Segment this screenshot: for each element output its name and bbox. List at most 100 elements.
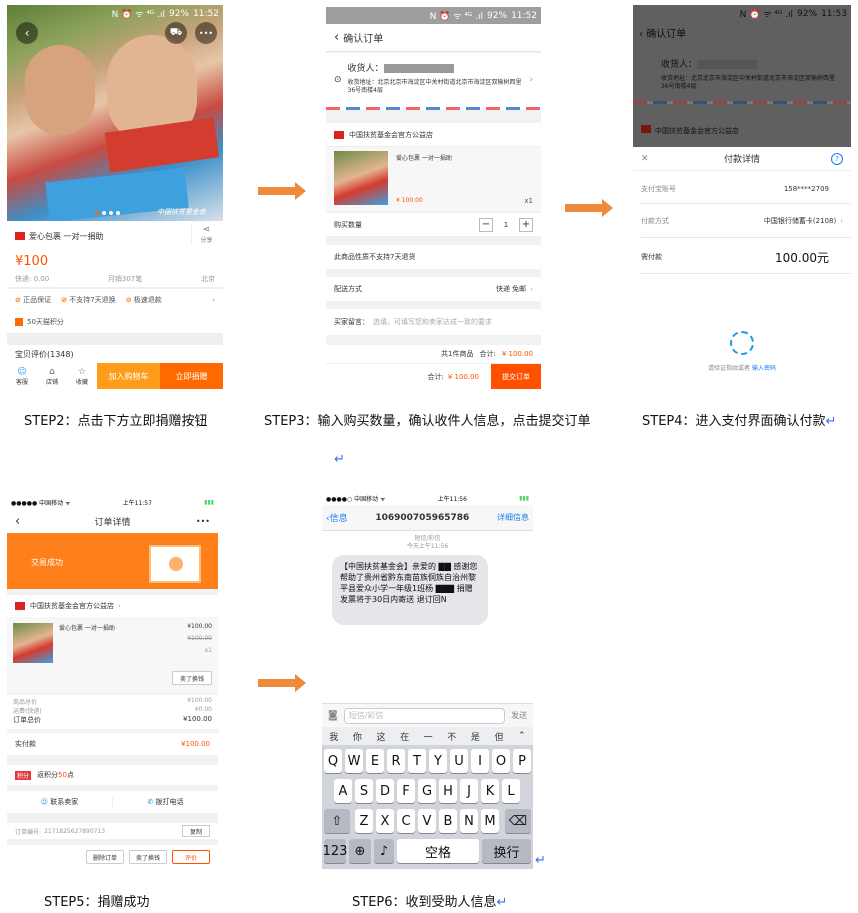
enter-password-link[interactable]: 输入密码 [752,365,776,372]
location: 北京 [200,275,215,283]
call-button[interactable]: ✆ 拨打电话 [112,797,218,807]
microphone-icon[interactable]: ♪ [374,839,394,863]
copy-button[interactable]: 复制 [182,825,210,837]
shop-row[interactable]: 中国扶贫基金会官方公益店 › [7,595,218,617]
key[interactable]: O [492,749,510,773]
more-icon[interactable]: ••• [195,22,217,44]
header: ‹ 确认订单 [326,24,541,52]
key[interactable]: V [418,809,436,833]
camera-icon[interactable]: ◙ [328,710,338,721]
key[interactable]: L [502,779,520,803]
key[interactable]: W [345,749,363,773]
candidate[interactable]: 是 [471,730,480,743]
key[interactable]: Z [355,809,373,833]
candidate[interactable]: 但 [494,730,503,743]
backspace-icon[interactable]: ⌫ [505,809,531,833]
key[interactable]: H [439,779,457,803]
message-input[interactable]: 选填，可填写您和卖家达成一致的要求 [373,317,492,327]
amount-due-value: 100.00元 [775,250,829,265]
key[interactable]: I [471,749,489,773]
item-name: 爱心包裹 一对一捐助 [59,625,115,632]
key[interactable]: R [387,749,405,773]
increase-button[interactable]: + [519,217,533,232]
store-button[interactable]: ⌂ 店铺 [37,367,67,386]
candidate[interactable]: 不 [447,730,456,743]
guarantee-item: ⊘ 正品保证 [15,296,52,304]
send-button[interactable]: 发送 [511,710,527,721]
message-input[interactable]: 短信/彩信 [343,707,505,724]
add-to-cart-button[interactable]: 加入购物车 [97,363,160,389]
candidate[interactable]: 我 [329,730,338,743]
decrease-button[interactable]: − [479,217,493,232]
details-button[interactable]: 详细信息 [497,512,529,523]
price-row: ¥100 [7,251,223,271]
customer-service-button[interactable]: ☺ 客服 [7,367,37,386]
candidate[interactable]: 你 [353,730,362,743]
return-key[interactable]: 换行 [482,839,531,863]
donate-now-button[interactable]: 立即捐赠 [160,363,223,389]
key[interactable]: P [513,749,531,773]
price-breakdown: 商品总价 ¥100.00 运费(快递) ¥0.00 订单总价 ¥100.00 [7,695,218,729]
payment-method-row[interactable]: 付款方式 中国银行储蓄卡(2108) › [633,209,851,233]
order-total-value: ¥100.00 [183,715,212,723]
more-icon[interactable]: ••• [196,517,210,526]
key[interactable]: Q [324,749,342,773]
key[interactable]: D [376,779,394,803]
resell-button[interactable]: 卖了换钱 [172,671,212,685]
key[interactable]: J [460,779,478,803]
key[interactable]: X [376,809,394,833]
product-photo [7,5,223,223]
image-watermark: 中国扶贫基金会 [157,208,206,216]
key[interactable]: F [397,779,415,803]
item-thumbnail [13,623,53,663]
key[interactable]: Y [429,749,447,773]
space-key[interactable]: 空格 [397,839,479,863]
review-button[interactable]: 评价 [172,850,210,864]
item-card[interactable]: 爱心包裹 一对一捐助 ¥100.00 ¥100.00 x1 卖了换钱 [7,617,218,693]
fingerprint-icon[interactable] [730,331,754,355]
key[interactable]: K [481,779,499,803]
key[interactable]: S [355,779,373,803]
candidate[interactable]: 一 [424,730,433,743]
back-button[interactable]: ‹信息 [326,511,348,524]
key[interactable]: N [460,809,478,833]
shift-icon[interactable]: ⇧ [324,809,350,833]
back-icon[interactable]: ‹ [334,30,339,45]
cart-icon[interactable]: ⛟ [165,22,187,44]
contact-seller-button[interactable]: ☺ 联系卖家 [7,797,112,807]
chevron-up-icon[interactable]: ⌃ [518,731,526,741]
favorite-button[interactable]: ☆ 收藏 [67,367,97,386]
key[interactable]: M [481,809,499,833]
item-card[interactable]: 爱心包裹 一对一捐助 ¥ 100.00 x1 [326,147,541,211]
help-icon[interactable]: ? [831,152,843,165]
candidate[interactable]: 这 [376,730,385,743]
close-icon[interactable]: ✕ [641,154,649,164]
submit-order-button[interactable]: 提交订单 [491,363,541,389]
key[interactable]: B [439,809,457,833]
fingerprint-prompt: 请验证指纹或者 输入密码 [633,363,851,372]
key[interactable]: U [450,749,468,773]
bg-shop: 中国扶贫基金会官方公益店 [641,125,739,136]
delivery-row[interactable]: 配送方式 快递 免邮 › [326,277,541,301]
quantity-value[interactable]: 1 [499,221,513,229]
share-button[interactable]: ⋖ 分享 [191,225,221,244]
reviews-row[interactable]: 宝贝评价(1348) [7,345,223,363]
guarantee-row[interactable]: ⊘ 正品保证 ⊘ 不支持7天退换 ⊘ 极速退款 › [7,289,223,311]
globe-icon[interactable]: ⊕ [349,839,371,863]
numbers-key[interactable]: 123 [323,839,347,863]
bg-receiver: 收货人： [661,57,758,70]
key[interactable]: G [418,779,436,803]
footer-total-value: ¥ 100.00 [447,372,479,381]
key[interactable]: T [408,749,426,773]
shop-row[interactable]: 中国扶贫基金会官方公益店 [326,123,541,147]
key[interactable]: A [334,779,352,803]
key[interactable]: C [397,809,415,833]
resell-footer-button[interactable]: 卖了换钱 [129,850,167,864]
candidate[interactable]: 在 [400,730,409,743]
back-icon[interactable]: ‹ [16,22,38,44]
back-icon[interactable]: ‹ [15,514,20,529]
address-block[interactable]: ⊙ 收货人： 收货地址：北京北京市海淀区中关村街道北京市海淀区双榆树西里36号南… [326,53,541,107]
airmail-stripe [633,101,851,104]
key[interactable]: E [366,749,384,773]
delete-order-button[interactable]: 删除订单 [86,850,124,864]
